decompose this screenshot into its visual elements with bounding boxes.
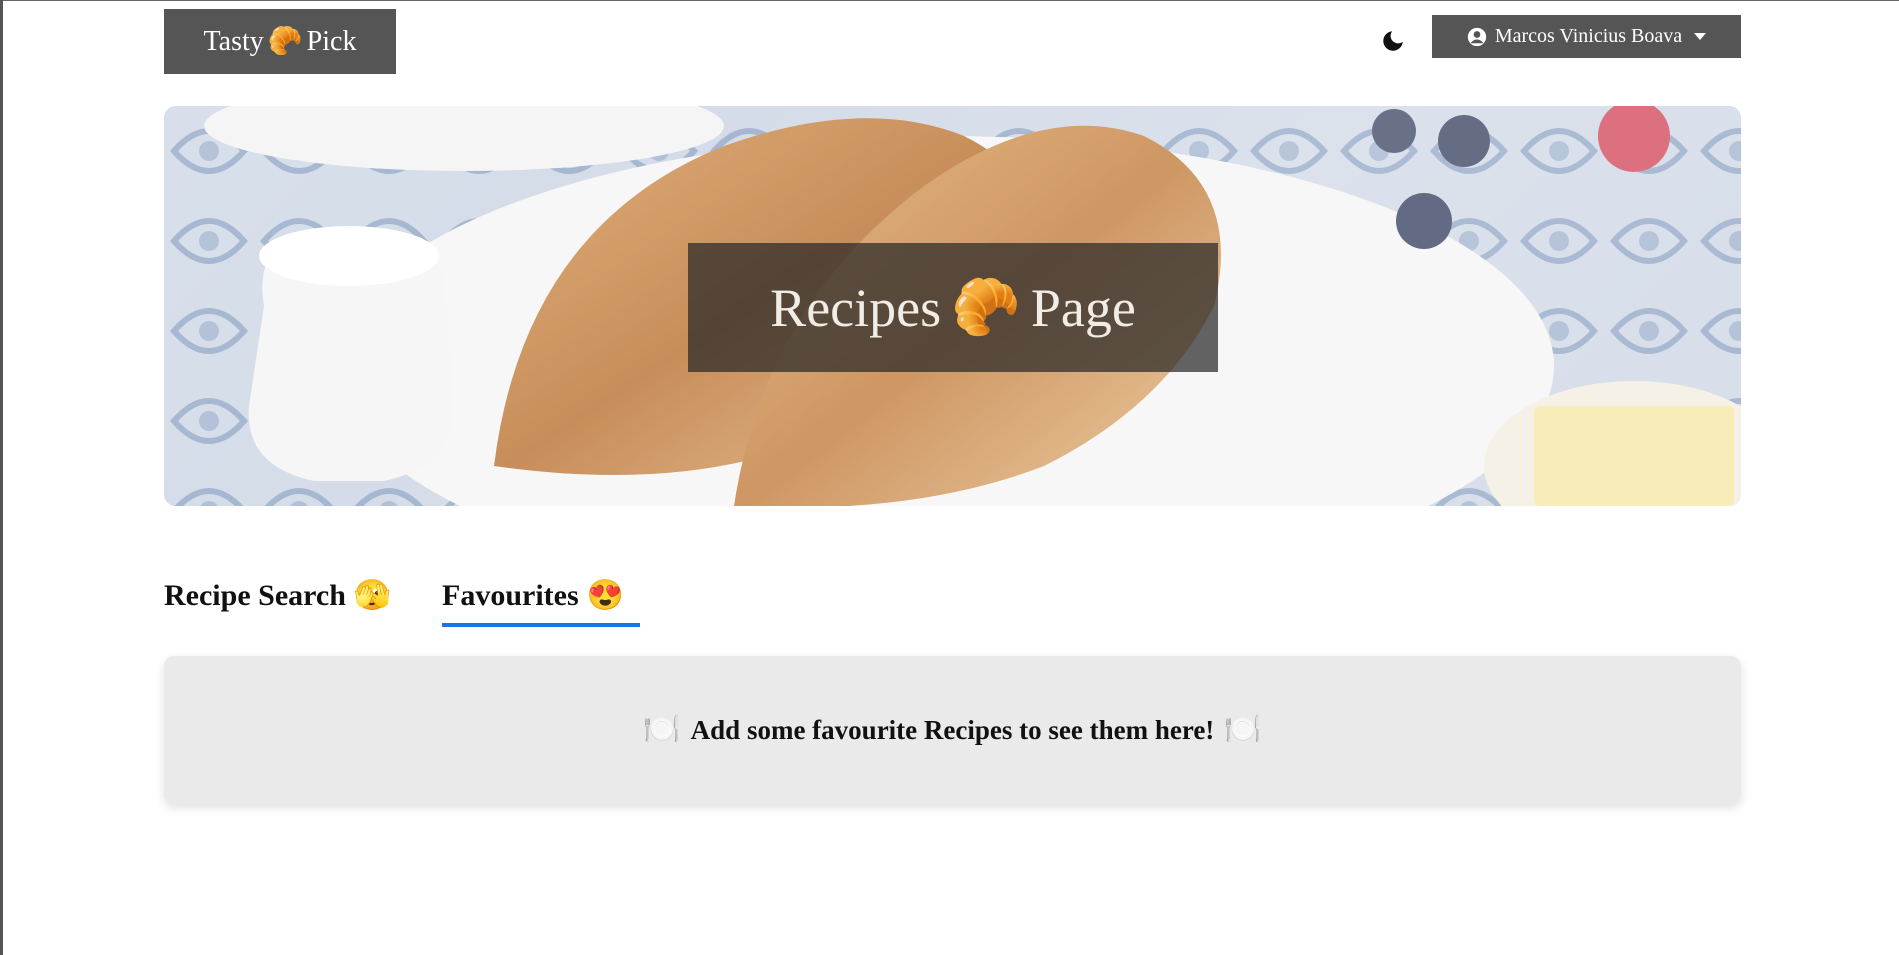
favourites-empty-state: 🍽️ Add some favourite Recipes to see the… (164, 656, 1741, 804)
tab-recipe-search[interactable]: Recipe Search 🫣 (164, 566, 391, 626)
tab-favourites[interactable]: Favourites 😍 (442, 566, 624, 626)
theme-toggle-button[interactable] (1378, 26, 1408, 56)
plate-icon: 🍽️ (643, 713, 681, 746)
hero-title-left: Recipes (770, 277, 942, 338)
moon-icon (1383, 31, 1403, 51)
tab-label: Recipe Search (164, 579, 346, 612)
peeking-face-icon: 🫣 (353, 579, 392, 612)
croissant-icon: 🥐 (267, 25, 303, 57)
hero-banner: Recipes 🥐 Page (164, 106, 1741, 506)
brand-text-right: Pick (306, 25, 357, 57)
recipe-tabs: Recipe Search 🫣 Favourites 😍 (164, 566, 864, 627)
heart-eyes-icon: 😍 (586, 579, 624, 612)
tab-label: Favourites (442, 579, 579, 612)
window-left-border (0, 0, 3, 955)
user-circle-icon (1467, 27, 1487, 46)
croissant-icon: 🥐 (951, 276, 1021, 339)
hero-title: Recipes 🥐 Page (688, 243, 1218, 372)
brand-text-left: Tasty (203, 25, 264, 57)
plate-icon: 🍽️ (1224, 713, 1262, 746)
empty-message: Add some favourite Recipes to see them h… (690, 714, 1215, 745)
chevron-down-icon (1694, 33, 1707, 40)
brand-logo-button[interactable]: Tasty 🥐 Pick (164, 9, 396, 74)
user-name: Marcos Vinicius Boava (1494, 25, 1683, 47)
active-tab-indicator (442, 623, 640, 627)
user-menu-dropdown[interactable]: Marcos Vinicius Boava (1432, 15, 1741, 58)
window-top-border (0, 0, 1899, 1)
hero-title-right: Page (1030, 277, 1136, 338)
